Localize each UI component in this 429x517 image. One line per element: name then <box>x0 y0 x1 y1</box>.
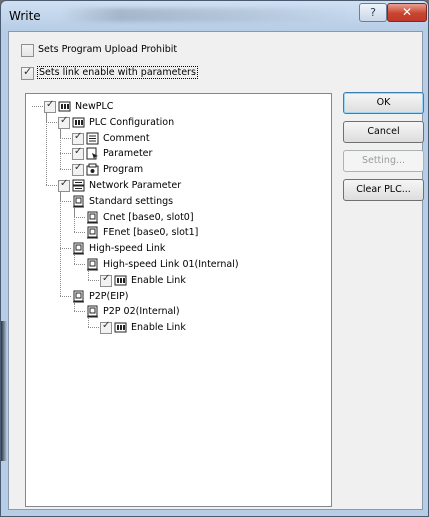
plc-icon <box>114 321 127 334</box>
tree-connector <box>88 327 99 329</box>
module-icon <box>86 305 99 318</box>
tree-item-checkbox[interactable] <box>72 131 84 145</box>
tree-item-checkbox[interactable] <box>58 115 70 129</box>
tree-connector <box>46 113 47 185</box>
tree-connector <box>60 200 71 202</box>
tree-connector <box>88 271 89 280</box>
tree-connector <box>60 128 61 170</box>
tree-item-checkbox[interactable] <box>100 320 112 335</box>
link-enable-checkbox[interactable] <box>21 65 34 80</box>
tree-item-label: Parameter <box>103 148 153 160</box>
upload-prohibit-label: Sets Program Upload Prohibit <box>38 44 178 55</box>
module-icon <box>72 242 85 255</box>
comment-icon <box>86 132 99 145</box>
module-icon <box>86 211 99 224</box>
module-icon <box>72 195 85 208</box>
tree-item-label: Enable Link <box>131 322 186 334</box>
help-button[interactable]: ? <box>359 3 387 22</box>
close-icon: ✕ <box>401 5 413 19</box>
tree-connector <box>74 264 85 265</box>
tree-connector <box>60 295 71 297</box>
module-icon <box>86 258 99 271</box>
write-items-tree[interactable]: NewPLC PLC Configuration Comment Parameter P… <box>25 93 332 507</box>
network-icon <box>72 179 85 192</box>
tree-item-label: Network Parameter <box>89 180 182 191</box>
cancel-button[interactable]: Cancel <box>343 121 424 143</box>
tree-connector <box>46 121 57 123</box>
module-icon <box>86 226 99 239</box>
close-button[interactable]: ✕ <box>387 3 427 22</box>
tree-item-label: Enable Link <box>131 274 186 286</box>
dialog-body: Sets Program Upload Prohibit Sets link e… <box>8 31 424 510</box>
tree-connector <box>60 153 71 155</box>
title-bar-blur <box>61 8 351 22</box>
write-dialog: Write ? ✕ Sets Program Upload Prohibit S… <box>0 0 429 517</box>
tree-item-checkbox[interactable] <box>58 178 70 192</box>
upload-prohibit-checkbox[interactable] <box>21 44 34 57</box>
tree-connector <box>60 248 71 250</box>
tree-connector <box>74 255 75 264</box>
tree-connector <box>88 279 99 281</box>
tree-item-label: P2P(EIP) <box>89 290 129 302</box>
tree-connector <box>74 207 75 233</box>
tree-connector <box>32 106 43 107</box>
tree-item-label: Cnet [base0, slot0] <box>103 211 194 223</box>
tree-connector <box>74 311 85 313</box>
question-mark-icon: ? <box>370 6 376 19</box>
ok-button[interactable]: OK <box>343 92 424 114</box>
parameter-icon <box>86 147 99 160</box>
tree-connector <box>60 169 71 171</box>
tree-item-label: Standard settings <box>89 195 174 207</box>
tree-item-label: P2P 02(Internal) <box>103 306 180 318</box>
tree-item-checkbox[interactable] <box>44 99 56 113</box>
tree-connector <box>88 318 89 328</box>
plc-icon <box>58 100 71 113</box>
window-title: Write <box>9 9 41 23</box>
tree-item-label: High-speed Link 01(Internal) <box>103 259 239 270</box>
setting-button: Setting... <box>343 150 424 172</box>
tree-connector <box>74 232 85 234</box>
tree-item-label: NewPLC <box>75 101 114 112</box>
clear-plc-button[interactable]: Clear PLC... <box>343 179 424 201</box>
tree-connector <box>74 216 85 218</box>
tree-item-label: Program <box>103 164 144 176</box>
tree-item-label: FEnet [base0, slot1] <box>103 227 199 239</box>
tree-connector <box>74 302 75 312</box>
background-shadow <box>1 321 7 461</box>
tree-item-checkbox[interactable] <box>72 162 84 177</box>
module-icon <box>72 290 85 303</box>
tree-connector <box>46 185 57 186</box>
tree-item-checkbox[interactable] <box>100 273 112 287</box>
plc-config-icon <box>72 116 85 129</box>
plc-icon <box>114 274 127 287</box>
title-bar[interactable]: Write ? ✕ <box>1 1 428 31</box>
tree-item-label: High-speed Link <box>89 243 166 255</box>
tree-item-label: Comment <box>103 132 150 144</box>
tree-connector <box>60 192 61 296</box>
link-enable-label: Sets link enable with parameters <box>37 66 198 79</box>
tree-item-checkbox[interactable] <box>72 146 84 161</box>
program-icon <box>86 163 99 176</box>
tree-connector <box>60 137 71 139</box>
tree-item-label: PLC Configuration <box>89 116 175 128</box>
